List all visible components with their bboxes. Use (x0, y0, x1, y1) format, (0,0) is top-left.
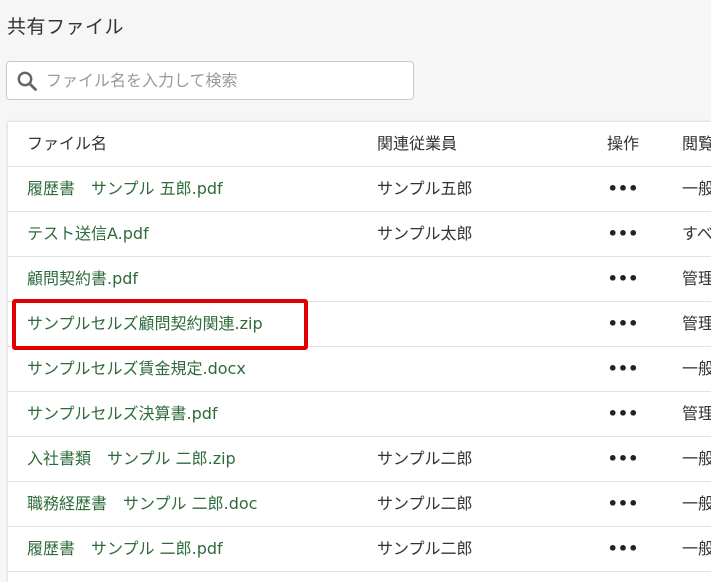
file-link[interactable]: サンプルセルズ賃金規定.docx (27, 359, 246, 378)
file-link[interactable]: 顧問契約書.pdf (27, 269, 138, 288)
employee-cell: サンプル二郎 (377, 494, 473, 513)
permission-cell: 一般 (682, 179, 711, 198)
permission-cell: 一般 (682, 359, 711, 378)
search-box[interactable] (6, 61, 414, 100)
more-options-icon[interactable]: ••• (608, 179, 639, 198)
employee-cell: サンプル五郎 (377, 179, 473, 198)
file-link[interactable]: 職務経歴書 サンプル 二郎.doc (27, 494, 257, 513)
more-options-icon[interactable]: ••• (608, 269, 639, 288)
employee-cell: サンプル二郎 (377, 539, 473, 558)
employee-cell: サンプル太郎 (377, 224, 473, 243)
file-link[interactable]: 履歴書 サンプル 二郎.pdf (27, 539, 223, 558)
employee-cell (377, 257, 587, 301)
table-row: サンプルセルズ決算書.pdf ••• 管理 (8, 392, 711, 437)
permission-cell: 一般 (682, 539, 711, 558)
search-icon (16, 70, 38, 92)
more-options-icon[interactable]: ••• (608, 314, 639, 333)
page-title: 共有ファイル (7, 16, 125, 38)
highlight-box (12, 299, 308, 350)
table-row: 入社書類 サンプル 二郎.zip サンプル二郎 ••• 一般 (8, 437, 711, 482)
employee-cell: サンプル二郎 (377, 449, 473, 468)
table-row: 職務経歴書 サンプル 二郎.doc サンプル二郎 ••• 一般 (8, 482, 711, 527)
permission-cell: 一般 (682, 494, 711, 513)
more-options-icon[interactable]: ••• (608, 404, 639, 423)
more-options-icon[interactable]: ••• (608, 359, 639, 378)
file-link[interactable]: サンプルセルズ決算書.pdf (27, 404, 218, 423)
more-options-icon[interactable]: ••• (608, 449, 639, 468)
more-options-icon[interactable]: ••• (608, 224, 639, 243)
permission-cell: 管理 (682, 314, 711, 333)
permission-cell: すべ (682, 224, 711, 243)
column-header-permission[interactable]: 閲覧 (682, 122, 711, 166)
file-link[interactable]: 履歴書 サンプル 五郎.pdf (27, 179, 223, 198)
shared-files-table: ファイル名 関連従業員 操作 閲覧 履歴書 サンプル 五郎.pdf サンプル五郎… (8, 122, 711, 582)
column-header-file-name[interactable]: ファイル名 (27, 122, 367, 166)
permission-cell: 一般 (682, 449, 711, 468)
search-input[interactable] (46, 71, 386, 90)
column-header-action: 操作 (606, 134, 639, 153)
employee-cell (377, 302, 587, 346)
more-options-icon[interactable]: ••• (608, 539, 639, 558)
table-row: 履歴書 サンプル 五郎.pdf サンプル五郎 ••• 一般 (8, 167, 711, 212)
file-link[interactable]: 入社書類 サンプル 二郎.zip (27, 449, 236, 468)
more-options-icon[interactable]: ••• (608, 494, 639, 513)
table-row: 履歴書 サンプル 二郎.pdf サンプル二郎 ••• 一般 (8, 527, 711, 572)
table-row: テスト送信A.pdf サンプル太郎 ••• すべ (8, 212, 711, 257)
permission-cell: 管理 (682, 269, 711, 288)
table-row: サンプルセルズ賃金規定.docx ••• 一般 (8, 347, 711, 392)
table-header-row: ファイル名 関連従業員 操作 閲覧 (8, 122, 711, 167)
table-row: 顧問契約書.pdf ••• 管理 (8, 257, 711, 302)
column-header-employee[interactable]: 関連従業員 (377, 122, 587, 166)
file-link[interactable]: テスト送信A.pdf (27, 224, 149, 243)
permission-cell: 管理 (682, 404, 711, 423)
employee-cell (377, 392, 587, 436)
employee-cell (377, 347, 587, 391)
